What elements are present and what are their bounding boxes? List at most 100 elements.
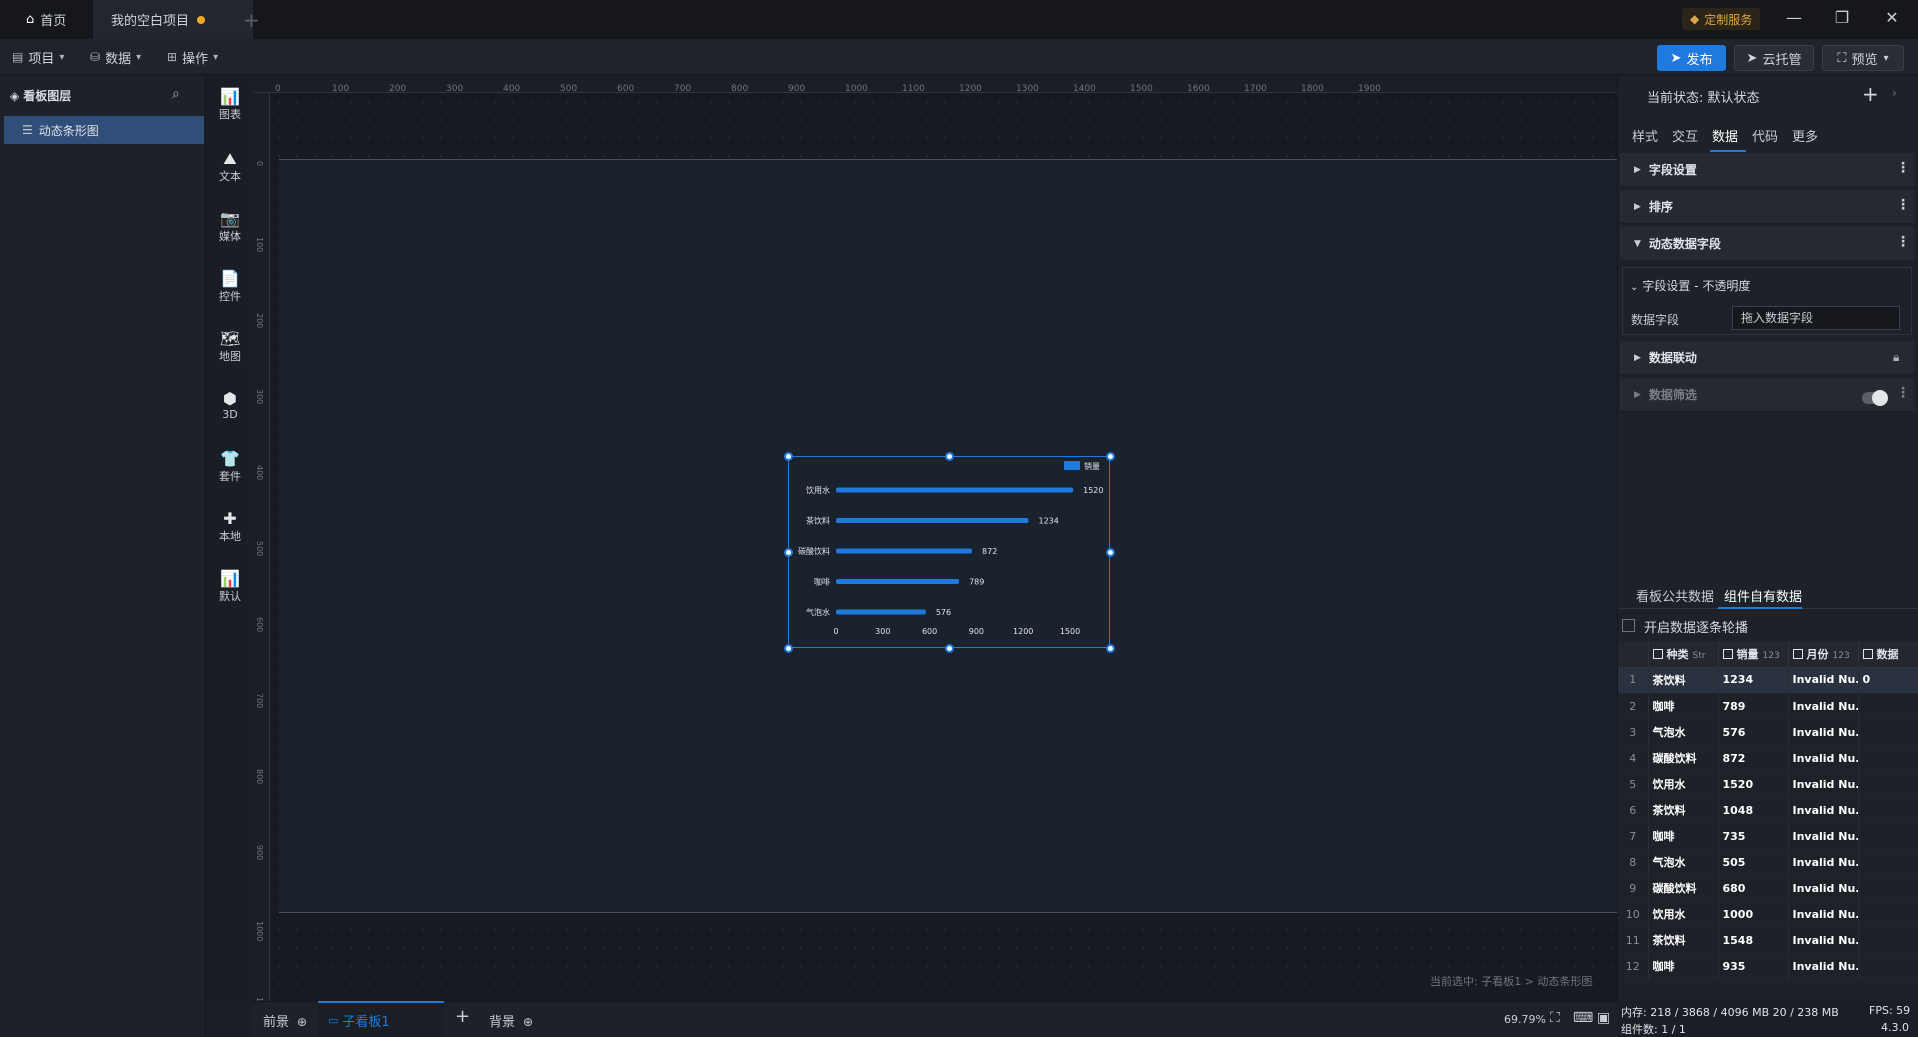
cell-sales[interactable]: 1000 [1718,901,1789,928]
table-row[interactable]: 5饮用水1520Invalid Nu... [1618,771,1918,798]
keyboard-icon[interactable]: ⌨ [1573,1010,1593,1026]
row-index[interactable]: 4 [1618,745,1649,772]
tool-default[interactable]: 📊 默认 [207,570,253,604]
tool-3d[interactable]: ⬢ 3D [207,390,253,422]
cell-kind[interactable]: 咖啡 [1648,953,1719,980]
tab-interaction[interactable]: 交互 [1672,126,1698,145]
menu-project[interactable]: ▤ 项目 ▾ [12,47,64,67]
cell-month[interactable]: Invalid Nu... [1788,927,1859,954]
preview-button[interactable]: ⛶ 预览 ▾ [1822,45,1904,71]
cell-sales[interactable]: 872 [1718,745,1789,772]
cell-month[interactable]: Invalid Nu... [1788,901,1859,928]
cell-sales[interactable]: 680 [1718,875,1789,902]
field-settings-opacity-title[interactable]: ⌄ 字段设置 - 不透明度 [1630,277,1750,294]
table-row[interactable]: 11茶饮料1548Invalid Nu... [1618,927,1918,954]
cell-sales[interactable]: 789 [1718,693,1789,720]
table-row[interactable]: 1茶饮料1234Invalid Nu...0 [1618,667,1918,694]
tab-foreground[interactable]: 前景 ⊕ [263,1011,307,1030]
bar-chart[interactable]: 销量饮用水 1520 茶饮料 1234 碳酸饮料 872 咖啡 789 气泡水 576 0 300 60… [788,456,1110,648]
more-vertical-icon[interactable]: ⋮ [1896,234,1910,250]
add-circle-icon[interactable]: ⊕ [523,1015,533,1029]
cell-sales[interactable]: 935 [1718,953,1789,980]
data-field-dropzone[interactable]: 拖入数据字段 [1732,306,1900,330]
tab-home[interactable]: ⌂ 首页 [8,0,92,39]
table-header-kind[interactable]: 种类 Str [1648,641,1719,667]
resize-handle[interactable] [783,643,793,653]
cell-data[interactable] [1858,693,1918,720]
row-index[interactable]: 10 [1618,901,1649,928]
section-data-link[interactable]: ▶ 数据联动 [1620,341,1914,375]
checkbox-icon[interactable] [1862,649,1873,659]
cell-month[interactable]: Invalid Nu... [1788,745,1859,772]
row-index[interactable]: 11 [1618,927,1649,954]
row-index[interactable]: 1 [1618,667,1649,694]
row-index[interactable]: 7 [1618,823,1649,850]
cell-data[interactable] [1858,823,1918,850]
cell-kind[interactable]: 咖啡 [1648,823,1719,850]
row-index[interactable]: 12 [1618,953,1649,980]
table-header-data[interactable]: 数据 [1858,641,1918,667]
lock-icon[interactable]: 🔒︎ [1893,350,1899,365]
row-index[interactable]: 5 [1618,771,1649,798]
cell-data[interactable] [1858,875,1918,902]
tool-map[interactable]: 🗺 地图 [207,330,253,364]
cell-sales[interactable]: 1520 [1718,771,1789,798]
cell-kind[interactable]: 碳酸饮料 [1648,745,1719,772]
cell-kind[interactable]: 碳酸饮料 [1648,875,1719,902]
checkbox-icon[interactable] [1792,649,1803,659]
tab-board-public-data[interactable]: 看板公共数据 [1636,586,1714,605]
cell-kind[interactable]: 茶饮料 [1648,667,1719,694]
cell-month[interactable]: Invalid Nu... [1788,719,1859,746]
cell-sales[interactable]: 576 [1718,719,1789,746]
checkbox-icon[interactable] [1652,649,1663,659]
resize-handle[interactable] [783,451,793,461]
tab-style[interactable]: 样式 [1632,126,1658,145]
layer-item-bar-chart[interactable]: ☰ 动态条形图 [4,116,204,144]
resize-handle[interactable] [944,451,954,461]
tab-background[interactable]: 背景 ⊕ [489,1011,533,1030]
row-index[interactable]: 9 [1618,875,1649,902]
tool-media[interactable]: 📷 媒体 [207,210,253,244]
table-row[interactable]: 12咖啡935Invalid Nu... [1618,953,1918,980]
cell-sales[interactable]: 1234 [1718,667,1789,694]
cell-kind[interactable]: 咖啡 [1648,693,1719,720]
resize-handle[interactable] [1105,643,1115,653]
table-header-sales[interactable]: 销量 123 [1718,641,1789,667]
search-icon[interactable]: ⌕ [172,86,180,102]
cell-month[interactable]: Invalid Nu... [1788,823,1859,850]
more-vertical-icon[interactable]: ⋮ [1896,160,1910,176]
cell-sales[interactable]: 505 [1718,849,1789,876]
row-index[interactable]: 3 [1618,719,1649,746]
add-subboard-button[interactable]: + [455,1006,470,1027]
tool-local[interactable]: ✚ 本地 [207,510,253,544]
cell-data[interactable]: 0 [1858,667,1918,694]
table-row[interactable]: 8气泡水505Invalid Nu... [1618,849,1918,876]
table-row[interactable]: 4碳酸饮料872Invalid Nu... [1618,745,1918,772]
custom-service-button[interactable]: ◆ 定制服务 [1682,8,1761,30]
zoom-level[interactable]: 69.79% [1504,1013,1546,1026]
row-index[interactable]: 8 [1618,849,1649,876]
cell-kind[interactable]: 气泡水 [1648,849,1719,876]
tool-kit[interactable]: 👕 套件 [207,450,253,484]
tab-subboard[interactable]: ▭ 子看板1 [318,1001,444,1037]
tool-chart[interactable]: 📊 图表 [207,88,253,122]
table-row[interactable]: 9碳酸饮料680Invalid Nu... [1618,875,1918,902]
add-tab-button[interactable]: + [243,8,260,32]
data-table[interactable]: 种类Str 销量123 月份123 数据 1茶饮料1234Invalid Nu.… [1618,641,1918,980]
resize-handle[interactable] [944,643,954,653]
cell-data[interactable] [1858,719,1918,746]
tab-data[interactable]: 数据 [1712,126,1738,145]
tab-more[interactable]: 更多 [1792,126,1818,145]
more-vertical-icon[interactable]: ⋮ [1896,385,1910,401]
cell-kind[interactable]: 茶饮料 [1648,797,1719,824]
fit-screen-icon[interactable]: ⛶ [1550,1010,1560,1026]
more-vertical-icon[interactable]: ⋮ [1896,197,1910,213]
cell-kind[interactable]: 饮用水 [1648,901,1719,928]
cell-data[interactable] [1858,927,1918,954]
menu-operation[interactable]: ⊞ 操作 ▾ [167,47,218,67]
cell-month[interactable]: Invalid Nu... [1788,849,1859,876]
cell-kind[interactable]: 饮用水 [1648,771,1719,798]
table-row[interactable]: 10饮用水1000Invalid Nu... [1618,901,1918,928]
table-row[interactable]: 3气泡水576Invalid Nu... [1618,719,1918,746]
cell-sales[interactable]: 1548 [1718,927,1789,954]
